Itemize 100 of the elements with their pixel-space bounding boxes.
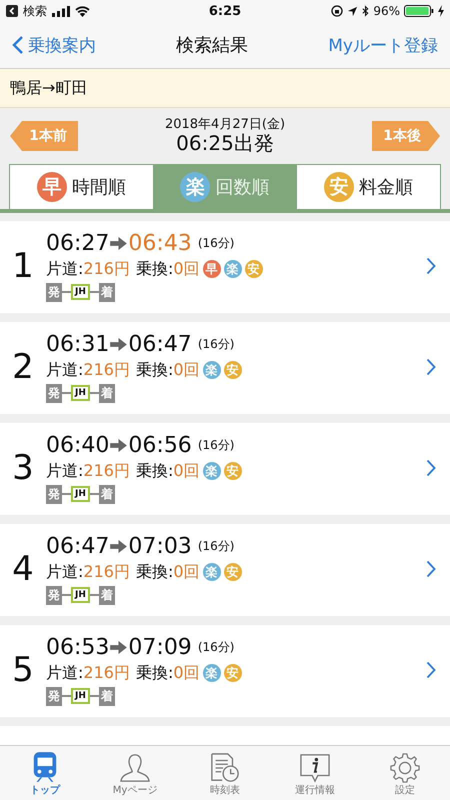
transfer-count: 0回 [173,662,200,684]
arrival-time: 06:43 [128,230,192,256]
arrow-right-icon [110,540,128,552]
duration: (16分) [198,638,234,656]
station-tag: 発 [46,484,62,504]
route-result-card[interactable]: 2 06:31 06:47 (16分) 片道:216円 乗換:0回 楽 安 発 JH 着 [0,322,450,414]
transfer-count: 0回 [173,460,200,482]
clock: 6:25 [208,4,242,18]
result-number: 1 [11,246,35,286]
tab-bar-item[interactable]: トップ [0,746,90,800]
sort-badge: 楽 [180,172,210,202]
fare: 216円 [83,258,130,280]
sort-badge: 安 [324,172,354,202]
arrow-right-icon [110,338,128,350]
departure-date: 2018年4月27日(金) [164,118,286,132]
station-tag: 発 [46,586,62,604]
station-tag: 着 [98,484,115,504]
departure-time: 06:47 [46,534,110,558]
battery-icon [404,5,434,17]
settings-icon [390,753,420,783]
back-button[interactable]: 乗換案内 [12,34,96,56]
arrival-time: 07:03 [128,534,192,558]
wifi-icon [75,6,90,16]
line-tag: JH [71,486,90,502]
route-badge: 楽 [202,361,221,379]
chevron-right-icon [426,358,436,376]
route-badge: 安 [224,462,242,480]
bluetooth-icon [362,5,370,17]
route-badge: 安 [224,563,242,581]
route-result-card[interactable]: 1 06:27 06:43 (16分) 片道:216円 乗換:0回 早 楽 安 発 JH 着 [0,221,450,313]
route-badge: 楽 [202,563,221,581]
duration: (16分) [198,436,234,454]
departure-time: 06:31 [46,332,110,356]
transfer-count: 0回 [173,360,200,380]
tab-bar-item[interactable]: 設定 [360,746,450,800]
route-badge: 楽 [202,462,221,480]
station-tag: 発 [46,282,62,302]
tab-bar-item[interactable]: 運行情報 [270,746,360,800]
train-icon [31,751,59,783]
back-app-label[interactable]: 検索 [23,2,47,20]
route-result-card[interactable]: 3 06:40 06:56 (16分) 片道:216円 乗換:0回 楽 安 発 JH 着 [0,423,450,515]
duration: (16分) [198,538,234,554]
sort-tab[interactable]: 楽 回数順 [153,165,297,209]
arrival-time: 07:09 [128,634,192,660]
result-number: 4 [11,549,35,589]
page-title: 検索結果 [176,34,248,57]
route-badge: 安 [224,361,242,379]
tab-bar-item[interactable]: 時刻表 [180,746,270,800]
location-icon [347,6,358,16]
departure-time: 06:27 [46,230,110,256]
person-icon [119,753,151,783]
station-tag: 着 [98,586,115,604]
chevron-right-icon [426,257,436,275]
station-tag: 発 [46,686,62,706]
back-icon[interactable] [6,5,18,17]
transfer-label: 乗換: [136,662,174,684]
route-badge: 安 [224,664,242,682]
fare-label: 片道: [46,662,84,684]
arrival-time: 06:47 [128,332,192,356]
rotation-lock-icon [331,5,344,17]
duration: (16分) [198,336,234,352]
arrival-time: 06:56 [128,432,192,458]
route-result-card[interactable]: 4 06:47 07:03 (16分) 片道:216円 乗換:0回 楽 安 発 JH 着 [0,524,450,616]
transfer-label: 乗換: [136,258,174,280]
charging-icon [438,5,444,17]
route-badge: 楽 [224,260,242,278]
result-number: 3 [11,448,35,488]
result-number: 2 [11,347,35,387]
sort-tab[interactable]: 早 時間順 [10,165,154,209]
transfer-label: 乗換: [136,460,174,482]
arrow-right-icon [110,236,128,250]
sort-badge: 早 [37,172,68,202]
info-icon [299,753,331,783]
station-tag: 発 [46,384,62,402]
transfer-count: 0回 [173,258,200,280]
arrow-right-icon [110,640,128,654]
route-result-card[interactable]: 5 06:53 07:09 (16分) 片道:216円 乗換:0回 楽 安 発 JH 着 [0,625,450,717]
line-tag: JH [71,587,90,603]
register-route-button[interactable]: Myルート登録 [328,34,438,56]
fare: 216円 [83,662,130,684]
fare-label: 片道: [46,360,84,380]
transfer-label: 乗換: [136,562,174,582]
chevron-right-icon [426,459,436,477]
line-tag: JH [71,284,90,300]
transfer-label: 乗換: [136,360,174,380]
route-badge: 楽 [202,664,221,682]
departure-time: 06:25出発 [176,132,274,154]
timetable-icon [209,753,241,783]
departure-time: 06:53 [46,634,110,660]
transfer-count: 0回 [173,562,200,582]
chevron-left-icon [12,35,24,55]
fare-label: 片道: [46,562,84,582]
chevron-right-icon [426,661,436,679]
route-badge: 安 [244,260,263,278]
sort-tab[interactable]: 安 料金順 [296,165,440,209]
fare: 216円 [83,360,130,380]
route-bar: 鴨居→町田 [0,69,450,108]
station-tag: 着 [98,686,115,706]
tab-bar-item[interactable]: Myページ [90,746,180,800]
result-number: 5 [11,650,35,690]
